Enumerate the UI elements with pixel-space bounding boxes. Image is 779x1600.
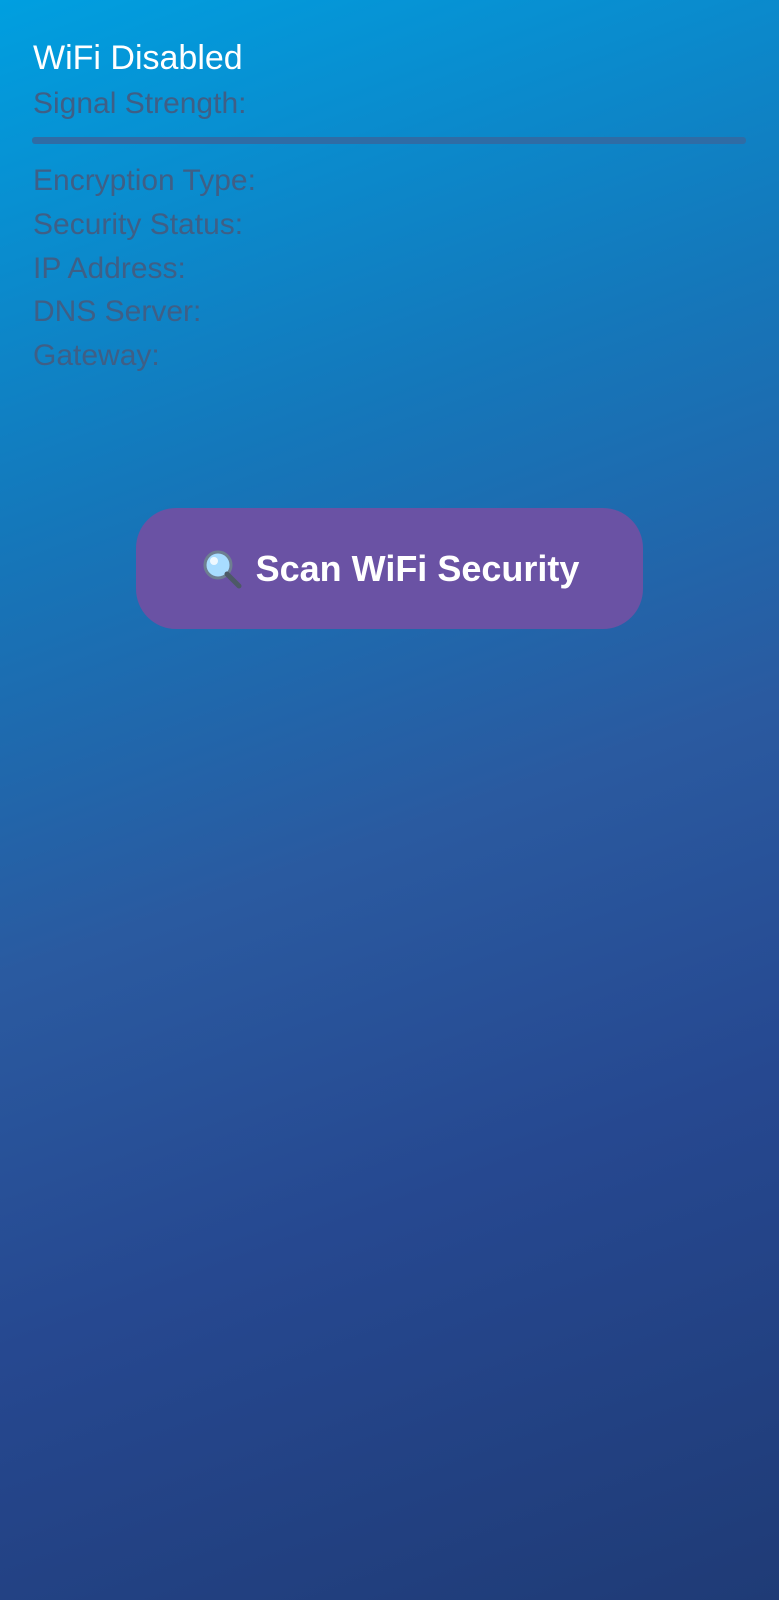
dns-server-label: DNS Server: <box>33 295 202 328</box>
wifi-status-title: WiFi Disabled <box>33 39 243 77</box>
encryption-type-label: Encryption Type: <box>33 164 256 197</box>
scan-wifi-security-button[interactable]: Scan WiFi Security <box>136 508 643 629</box>
gateway-label: Gateway: <box>33 339 160 372</box>
scan-button-label: Scan WiFi Security <box>255 547 580 589</box>
wifi-security-screen: WiFi Disabled Signal Strength: Encryptio… <box>0 0 779 1600</box>
signal-strength-label: Signal Strength: <box>33 87 247 120</box>
magnifying-glass-icon <box>200 547 244 591</box>
ip-address-label: IP Address: <box>33 252 186 285</box>
signal-strength-bar <box>32 137 746 144</box>
security-status-label: Security Status: <box>33 208 244 241</box>
